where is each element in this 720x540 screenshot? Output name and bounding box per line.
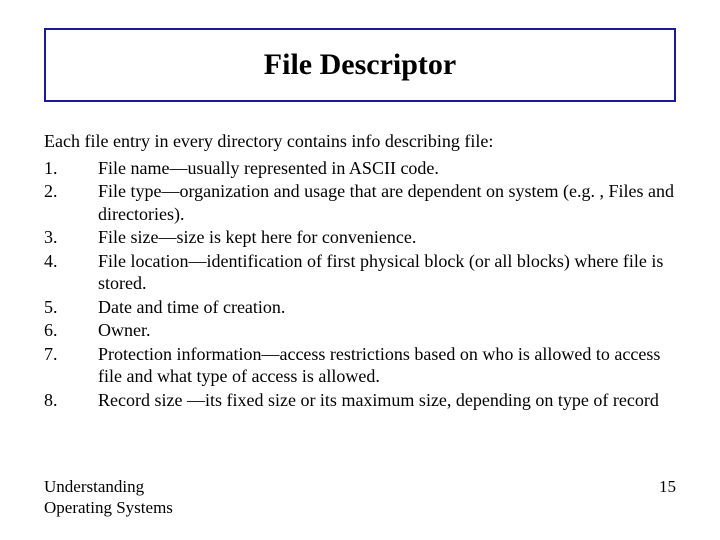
title-box: File Descriptor	[44, 28, 676, 102]
intro-text: Each file entry in every directory conta…	[44, 130, 676, 153]
list-item: Protection information—access restrictio…	[44, 343, 676, 388]
list-item: File size—size is kept here for convenie…	[44, 226, 676, 249]
list-item: Record size —its fixed size or its maxim…	[44, 389, 676, 412]
list-item: File location—identification of first ph…	[44, 250, 676, 295]
slide: File Descriptor Each file entry in every…	[0, 0, 720, 540]
list-item: File type—organization and usage that ar…	[44, 180, 676, 225]
footer-source-line2: Operating Systems	[44, 498, 173, 517]
list-item: File name—usually represented in ASCII c…	[44, 157, 676, 180]
list-item: Owner.	[44, 319, 676, 342]
footer: Understanding Operating Systems 15	[44, 477, 676, 518]
footer-source: Understanding Operating Systems	[44, 477, 173, 518]
list-item: Date and time of creation.	[44, 296, 676, 319]
footer-source-line1: Understanding	[44, 477, 144, 496]
slide-title: File Descriptor	[56, 48, 664, 82]
page-number: 15	[636, 477, 676, 497]
descriptor-list: File name—usually represented in ASCII c…	[44, 157, 676, 412]
